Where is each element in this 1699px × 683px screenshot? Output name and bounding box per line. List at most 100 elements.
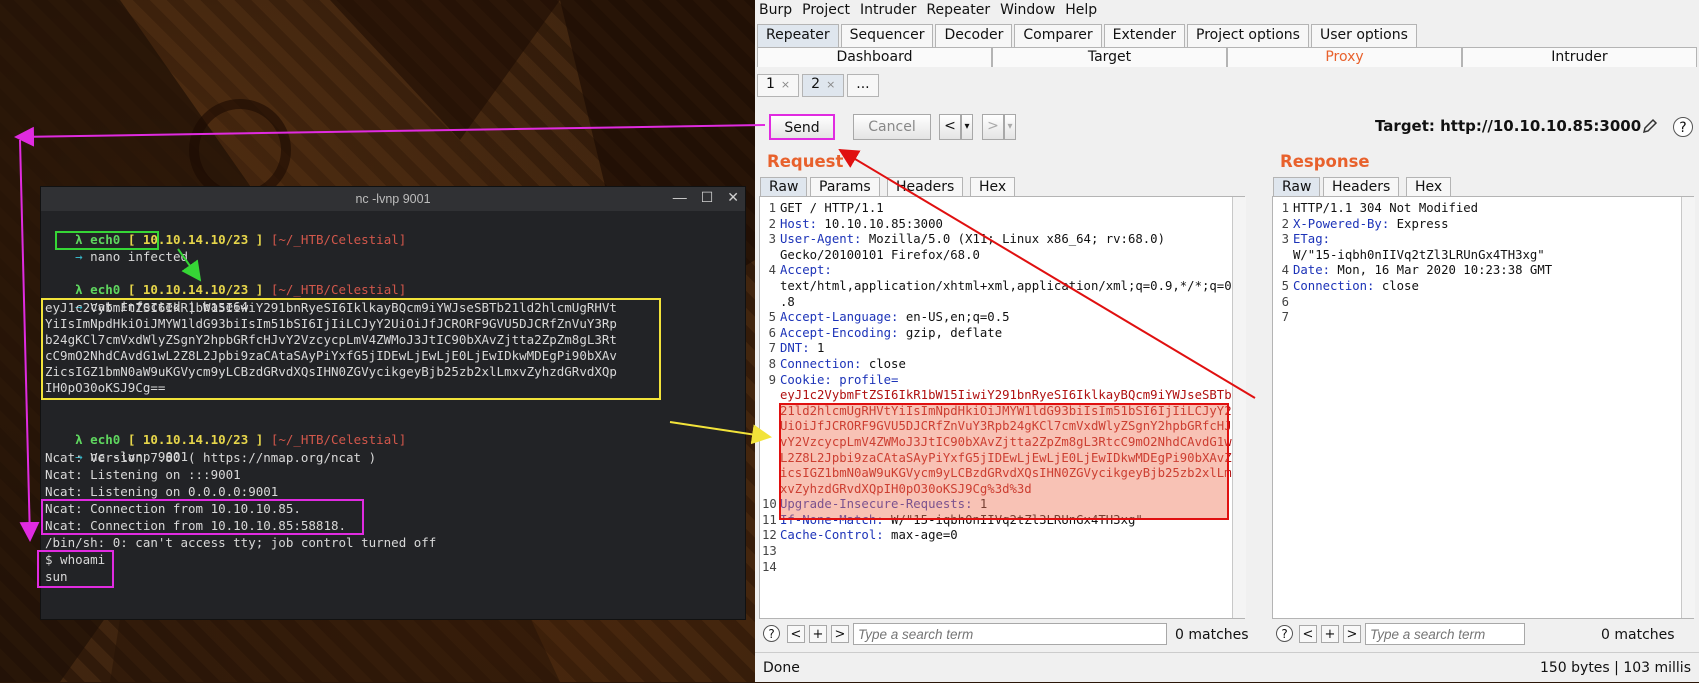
header-value: .8 (780, 294, 795, 309)
tab-project-options[interactable]: Project options (1187, 24, 1309, 47)
menu-burp[interactable]: Burp (755, 0, 800, 22)
repeater-tab-1[interactable]: 1 × (757, 74, 800, 97)
code-line: .8 (762, 295, 1232, 311)
close-icon[interactable]: × (826, 78, 835, 91)
search-prev-button[interactable]: < (787, 625, 805, 643)
response-body[interactable]: 1 HTTP/1.1 304 Not Modified 2 X-Powered-By:… (1275, 201, 1553, 326)
response-viewer[interactable]: 1 HTTP/1.1 304 Not Modified 2 X-Powered-By:… (1272, 196, 1695, 619)
tab-dashboard[interactable]: Dashboard (757, 47, 992, 67)
response-scrollbar[interactable] (1681, 197, 1695, 618)
menu-bar: Burp Project Intruder Repeater Window He… (755, 0, 1699, 22)
tab-extender[interactable]: Extender (1103, 24, 1186, 47)
code-line: 4 Accept: (762, 263, 1232, 279)
header-value: 10.10.10.85:3000 (817, 216, 943, 231)
response-tab-hex[interactable]: Hex (1406, 177, 1452, 196)
status-text: Done (763, 660, 800, 676)
terminal-output: Ncat: Listening on 0.0.0.0:9001 (45, 484, 279, 499)
cancel-button[interactable]: Cancel (853, 114, 931, 140)
header-value: W/"15-iqbh0nIIVq2tZl3LRUnGx4TH3xg" (1293, 247, 1545, 262)
code-line: 4 Date: Mon, 16 Mar 2020 10:23:38 GMT (1275, 263, 1553, 279)
maximize-icon[interactable]: ☐ (701, 189, 714, 206)
header-value: Mon, 16 Mar 2020 10:23:38 GMT (1330, 263, 1553, 278)
cookie-text: eyJ1c2VybmFtZSI6IkR1bW15IiwiY291bnRyeSI6… (780, 388, 1232, 403)
request-tab-raw[interactable]: Raw (760, 177, 808, 196)
tab-repeater[interactable]: Repeater (757, 24, 839, 47)
menu-window[interactable]: Window (998, 0, 1063, 22)
header-key: Host: (780, 216, 818, 231)
code-line: Gecko/20100101 Firefox/68.0 (762, 248, 1232, 264)
response-tab-headers[interactable]: Headers (1323, 177, 1400, 196)
command-nano: nano infected (90, 249, 189, 264)
search-next-button[interactable]: > (1343, 625, 1361, 643)
line-number: 3 (768, 232, 776, 247)
search-add-button[interactable]: + (809, 625, 827, 643)
tab-target[interactable]: Target (992, 47, 1227, 67)
tab-comparer[interactable]: Comparer (1014, 24, 1102, 47)
minimize-icon[interactable]: — (673, 189, 687, 206)
send-button[interactable]: Send (769, 114, 835, 140)
line-number: 1 (768, 201, 776, 215)
tab-user-options[interactable]: User options (1310, 24, 1417, 47)
menu-intruder[interactable]: Intruder (858, 0, 924, 22)
burp-window[interactable]: Burp Project Intruder Repeater Window He… (755, 0, 1699, 682)
request-tab-headers[interactable]: Headers (887, 177, 964, 196)
response-search-input[interactable] (1365, 623, 1525, 645)
request-tab-hex[interactable]: Hex (970, 177, 1016, 196)
tab-intruder[interactable]: Intruder (1462, 47, 1697, 67)
search-prev-button[interactable]: < (1299, 625, 1317, 643)
repeater-tab-new[interactable]: ... (847, 74, 879, 97)
header-value: text/html,application/xhtml+xml,applicat… (780, 278, 1232, 293)
header-value: Gecko/20100101 Firefox/68.0 (780, 247, 980, 262)
request-scrollbar[interactable] (1232, 197, 1246, 618)
code-line: 6 Accept-Encoding: gzip, deflate (762, 326, 1232, 342)
header-key: Connection: (1293, 278, 1375, 293)
menu-help[interactable]: Help (1063, 0, 1105, 22)
line-number: 2 (1281, 216, 1289, 231)
back-dropdown-icon[interactable]: ▾ (961, 114, 973, 140)
search-next-button[interactable]: > (831, 625, 849, 643)
tab-sequencer[interactable]: Sequencer (840, 24, 934, 47)
code-line: 2 Host: 10.10.10.85:3000 (762, 217, 1232, 233)
close-icon[interactable]: × (781, 78, 790, 91)
response-tab-raw[interactable]: Raw (1273, 177, 1321, 196)
code-line: 1 HTTP/1.1 304 Not Modified (1275, 201, 1552, 217)
code-line: 5 Connection: close (1275, 279, 1552, 295)
tab-proxy[interactable]: Proxy (1227, 47, 1462, 67)
forward-button[interactable]: > (982, 114, 1004, 140)
header-value: GET / HTTP/1.1 (780, 201, 884, 215)
request-tab-params[interactable]: Params (810, 177, 880, 196)
code-line: W/"15-iqbh0nIIVq2tZl3LRUnGx4TH3xg" (1275, 248, 1552, 264)
green-highlight-box (55, 231, 159, 250)
code-line: 2 X-Powered-By: Express (1275, 217, 1552, 233)
close-icon[interactable]: ✕ (727, 189, 739, 206)
terminal-window[interactable]: nc -lvnp 9001 — ☐ ✕ λ ech0 [ 10.10.14.10… (37, 186, 746, 620)
status-metrics: 150 bytes | 103 millis (1539, 660, 1691, 676)
menu-repeater[interactable]: Repeater (924, 0, 998, 22)
code-line: 8 Connection: close (762, 357, 1232, 373)
code-line: 14 (762, 560, 1232, 576)
search-add-button[interactable]: + (1321, 625, 1339, 643)
help-icon[interactable]: ? (763, 625, 780, 642)
terminal-title: nc -lvnp 9001 (355, 192, 431, 206)
code-line: 13 (762, 544, 1232, 560)
request-search-input[interactable] (853, 623, 1167, 645)
header-key: Accept-Language: (780, 310, 899, 325)
header-key: ETag: (1293, 232, 1331, 247)
menu-project[interactable]: Project (800, 0, 858, 22)
forward-dropdown-icon[interactable]: ▾ (1004, 114, 1016, 140)
cookie-highlight-box (779, 403, 1229, 520)
back-button[interactable]: < (939, 114, 961, 140)
line-number: 5 (768, 310, 776, 325)
code-line: 9 Cookie: profile= (762, 373, 1232, 389)
code-line: 3 ETag: (1275, 232, 1552, 248)
header-value: HTTP/1.1 304 Not Modified (1293, 201, 1479, 215)
header-key: Cookie: profile= (780, 372, 899, 387)
line-number: 14 (762, 559, 777, 574)
main-tabs: Repeater Sequencer Decoder Comparer Exte… (757, 24, 1419, 47)
edit-pencil-icon[interactable] (1641, 117, 1659, 135)
help-icon[interactable]: ? (1673, 117, 1693, 137)
tab-decoder[interactable]: Decoder (935, 24, 1013, 47)
repeater-tab-2[interactable]: 2 × (802, 74, 845, 97)
help-icon[interactable]: ? (1276, 625, 1293, 642)
header-key: Cache-Control: (780, 528, 884, 543)
